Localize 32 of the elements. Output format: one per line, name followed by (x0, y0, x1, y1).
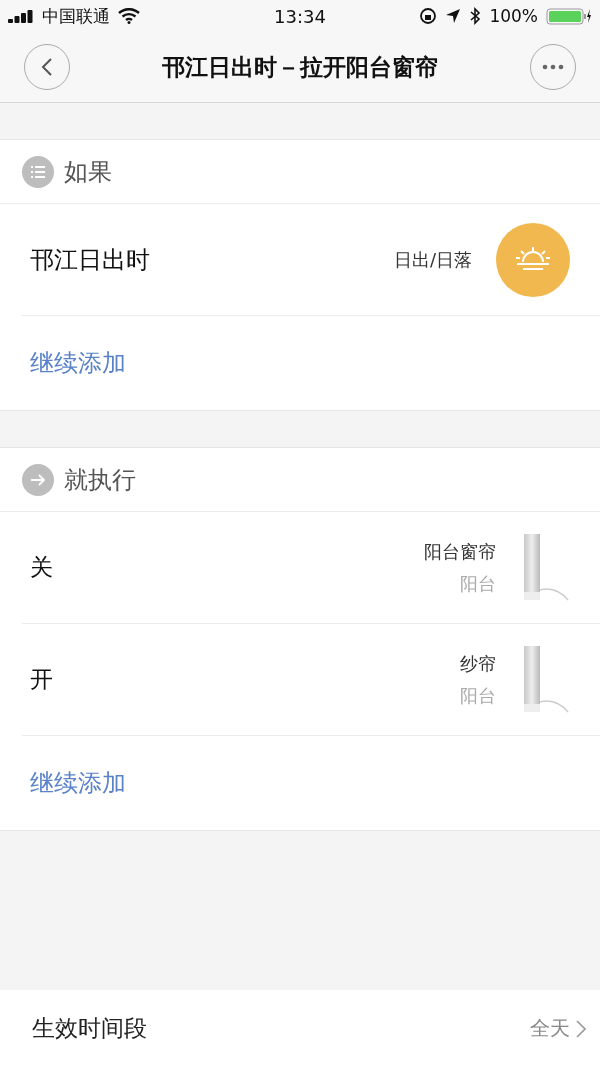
location-icon (445, 8, 462, 24)
carrier-name: 中国联通 (42, 4, 110, 28)
time-range-value[interactable]: 全天 (530, 1015, 586, 1042)
clock-time: 13:34 (274, 5, 326, 27)
back-icon (41, 57, 53, 77)
action-row[interactable]: 开 纱帘 阳台 (22, 624, 600, 736)
add-more-link[interactable]: 继续添加 (0, 736, 600, 830)
wifi-icon (118, 8, 140, 24)
action-row[interactable]: 关 阳台窗帘 阳台 (22, 512, 600, 624)
device-name: 阳台窗帘 (424, 539, 496, 564)
condition-row[interactable]: 邗江日出时 日出/日落 (22, 204, 600, 316)
room-name: 阳台 (460, 571, 496, 596)
bluetooth-icon (469, 7, 482, 25)
add-more-link[interactable]: 继续添加 (0, 316, 600, 410)
battery-percent: 100% (489, 6, 538, 26)
page-title: 邗江日出时－拉开阳台窗帘 (162, 52, 438, 82)
time-range-row[interactable]: 生效时间段 全天 (0, 990, 600, 1067)
list-icon (22, 155, 54, 188)
row-label: 关 (30, 553, 53, 582)
more-icon (542, 64, 564, 70)
signal-icon (8, 9, 34, 23)
rotation-lock-icon (419, 7, 438, 25)
row-label: 开 (30, 665, 53, 694)
room-name: 阳台 (460, 683, 496, 708)
battery-icon (546, 6, 592, 26)
chevron-icon (576, 1019, 586, 1038)
device-name: 纱帘 (460, 651, 496, 676)
section-title: 就执行 (64, 464, 136, 496)
row-label: 邗江日出时 (30, 244, 150, 276)
section-title: 如果 (64, 156, 112, 188)
device-name: 日出/日落 (393, 247, 472, 272)
row-label: 生效时间段 (32, 1014, 147, 1043)
